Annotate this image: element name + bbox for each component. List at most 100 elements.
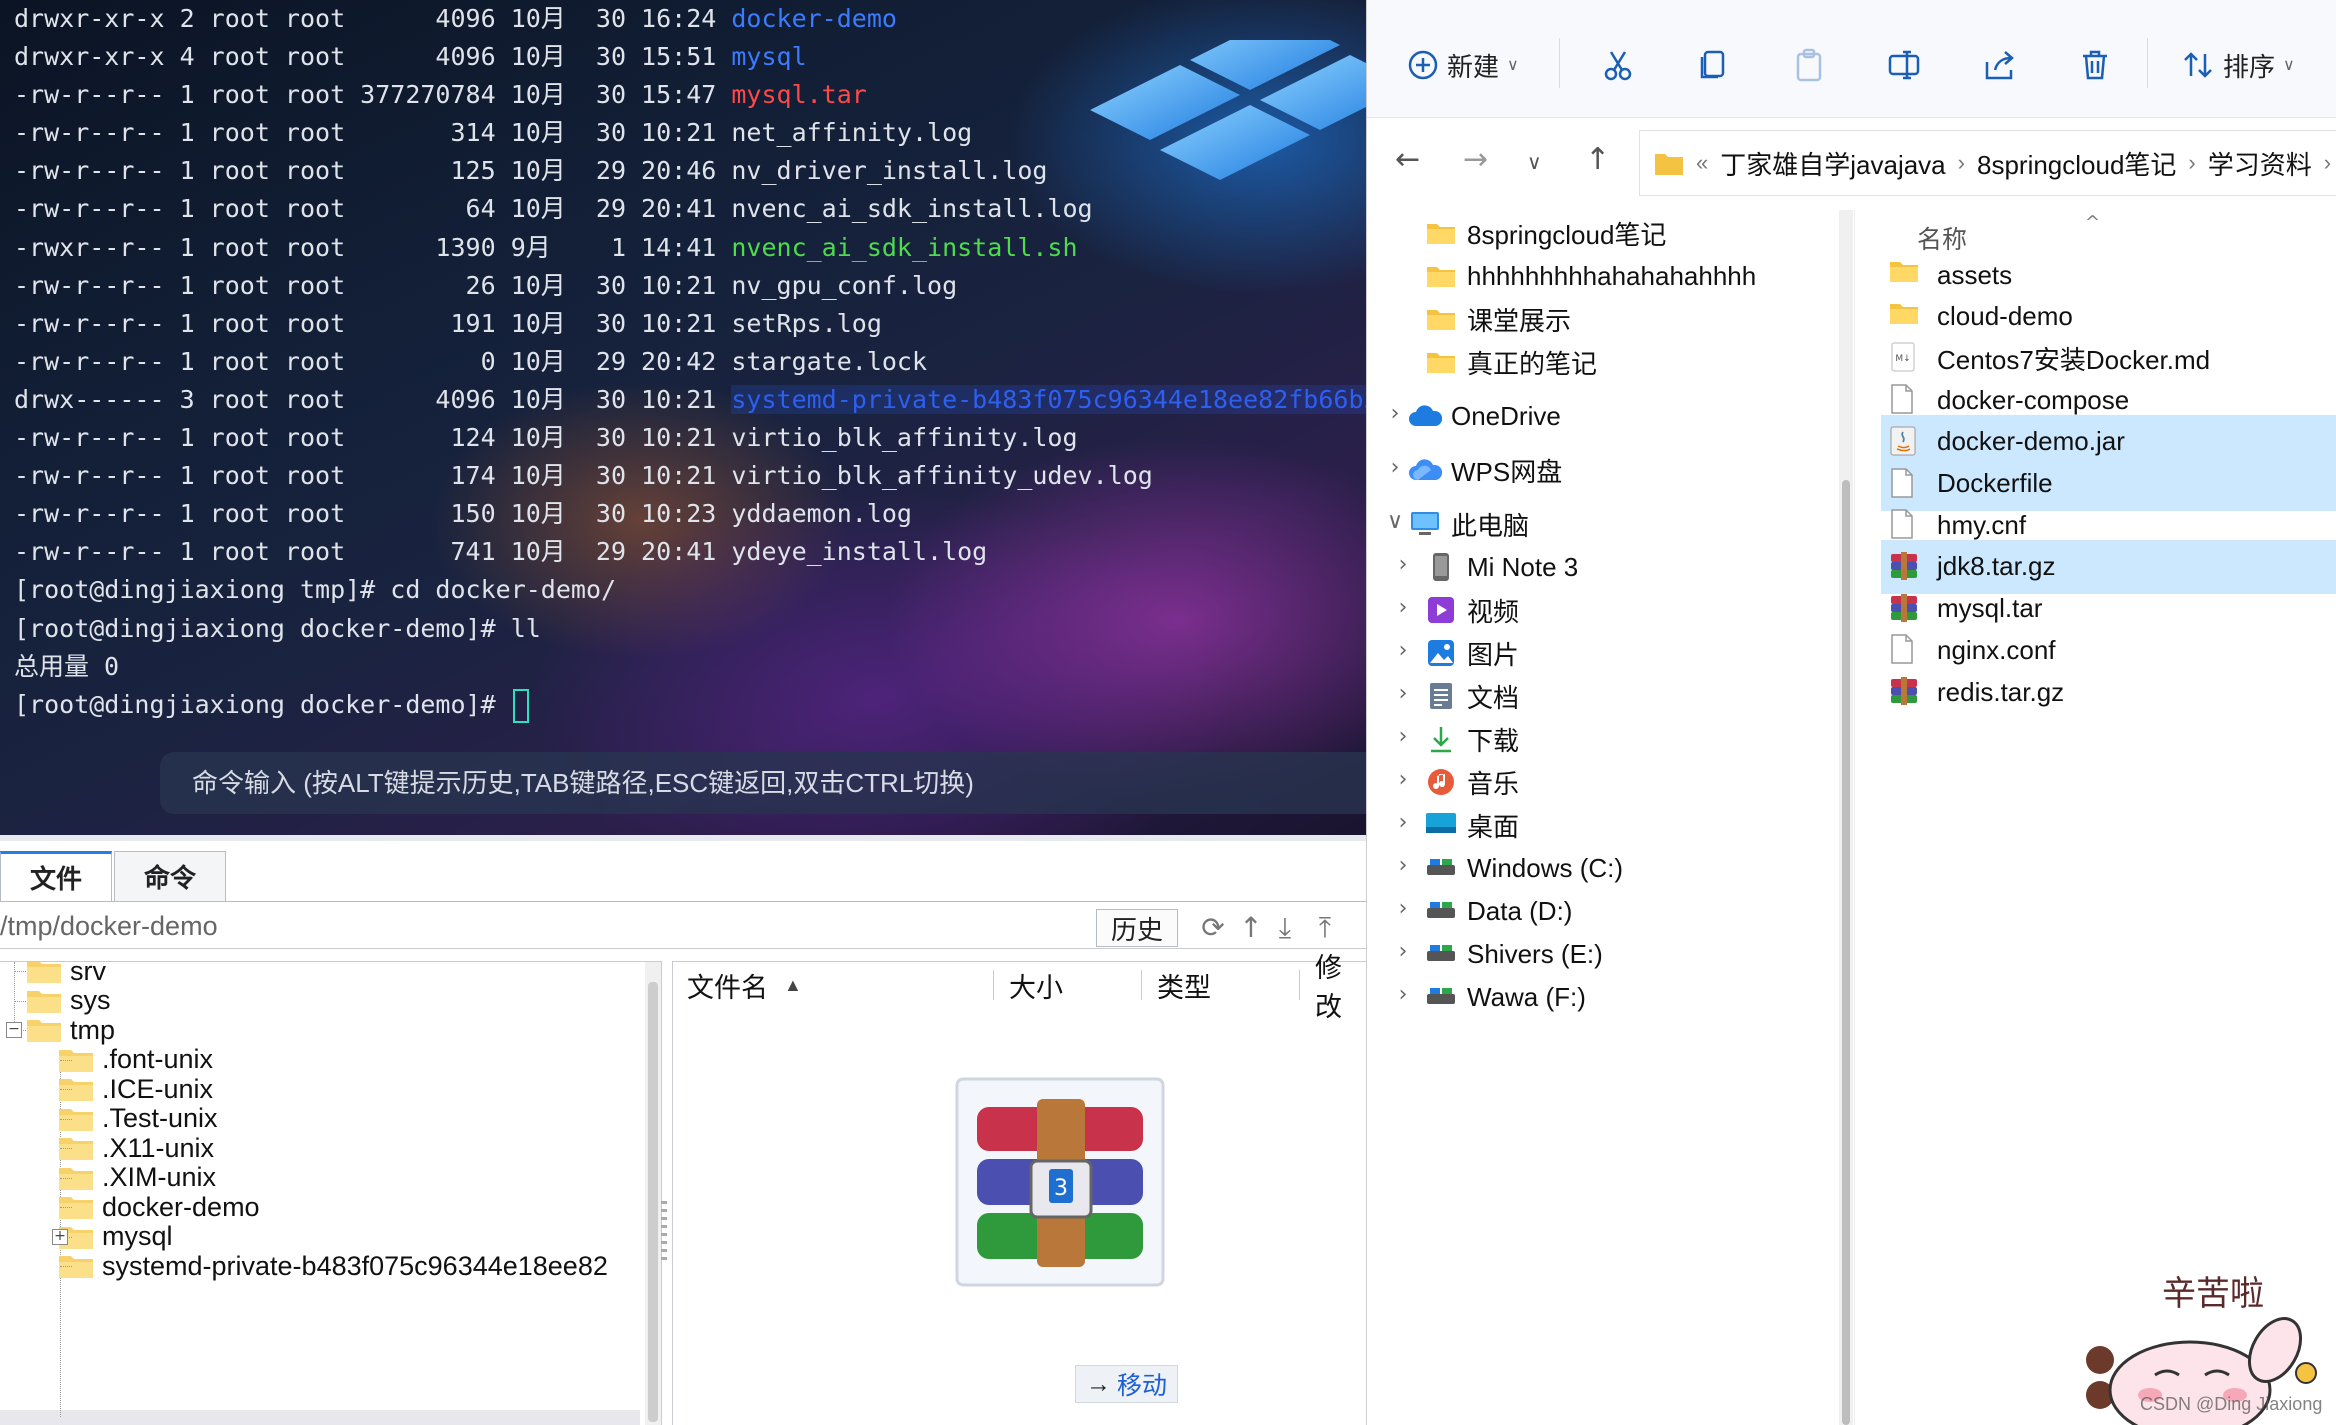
tree-node[interactable]: systemd-private-b483f075c96344e18ee82 <box>58 1244 608 1288</box>
collapse-minus-icon[interactable]: − <box>6 1022 22 1038</box>
terminal-line-text: -rw-r--r-- 1 root root 26 10月 30 10:21 <box>14 270 732 300</box>
nav-item[interactable]: Wawa (F:) <box>1423 972 1586 1022</box>
terminal-filename: virtio_blk_affinity.log <box>731 423 1078 453</box>
file-item-label: nginx.conf <box>1937 634 2056 665</box>
cut-button[interactable] <box>1601 40 1635 90</box>
column-size[interactable]: 大小 <box>1009 962 1063 1008</box>
recent-locations-chevron-icon[interactable]: ∨ <box>1527 150 1542 174</box>
expand-plus-icon[interactable]: + <box>52 1228 68 1245</box>
chevron-right-icon[interactable]: › <box>1958 150 1965 176</box>
up-directory-icon[interactable]: ↑ <box>1236 913 1266 943</box>
chevron-right-icon[interactable]: › <box>1393 939 1413 964</box>
terminal-filename: systemd-private-b483f075c96344e18ee82fb6… <box>731 384 1366 414</box>
breadcrumb-item[interactable]: 丁家雄自学javajava <box>1720 145 1945 182</box>
winrar-drag-archive-icon: 3 <box>955 1077 1165 1287</box>
file-list-view[interactable]: 名称 ^ assets cloud-demo M↓ Centos7安装Docker.m… <box>1855 210 2336 1425</box>
csdn-watermark: CSDN @Ding Jiaxiong <box>2140 1394 2323 1414</box>
chevron-right-icon[interactable]: › <box>1393 767 1413 792</box>
navigation-pane-scrollbar[interactable] <box>1839 210 1853 1425</box>
column-type[interactable]: 类型 <box>1157 962 1211 1008</box>
sort-button[interactable]: 排序 ∨ <box>2181 40 2295 90</box>
nav-item-label: Mi Note 3 <box>1467 551 1579 582</box>
terminal-line: 总用量 0 <box>14 648 1366 686</box>
archive-file-icon <box>1889 551 1921 583</box>
overflow-chevron-icon[interactable]: « <box>1696 150 1708 176</box>
windows-file-explorer: 新建 ∨ 排序 ∨ ← → ∨ ↑ « 丁家雄自学javajava › 8spr… <box>1366 0 2336 1425</box>
chevron-right-icon[interactable]: › <box>1393 853 1413 878</box>
address-bar[interactable]: « 丁家雄自学javajava › 8springcloud笔记 › 学习资料 … <box>1639 130 2336 196</box>
drive-icon <box>1423 986 1459 1008</box>
chevron-right-icon[interactable]: › <box>2324 150 2331 176</box>
chevron-right-icon[interactable]: › <box>1393 724 1413 749</box>
chevron-right-icon[interactable]: › <box>1393 681 1413 706</box>
splitter-handle[interactable] <box>661 1201 667 1261</box>
back-arrow-icon[interactable]: ← <box>1395 142 1420 177</box>
nav-item-label: 下载 <box>1467 725 1520 756</box>
navigation-pane[interactable]: 8springcloud笔记 hhhhhhhhhahahahahhhh 课堂展示 真正… <box>1367 210 1855 1425</box>
terminal-line: drwxr-xr-x 2 root root 4096 10月 30 16:24… <box>14 0 1366 38</box>
move-tooltip: → 移动 <box>1075 1365 1179 1403</box>
terminal-filename: virtio_blk_affinity_udev.log <box>731 461 1153 491</box>
chevron-right-icon[interactable]: › <box>1393 552 1413 577</box>
tab-commands[interactable]: 命令 <box>114 851 226 901</box>
terminal-cursor[interactable] <box>512 688 529 723</box>
chevron-right-icon[interactable]: › <box>1393 595 1413 620</box>
refresh-icon[interactable]: ⟳ <box>1198 913 1228 943</box>
video-icon <box>1423 596 1459 624</box>
download-icon[interactable]: ⤓ <box>1270 913 1300 943</box>
command-input-hint[interactable]: 命令输入 (按ALT键提示历史,TAB键路径,ESC键返回,双击CTRL切换) <box>160 752 1366 814</box>
file-item[interactable]: redis.tar.gz <box>1881 665 2336 719</box>
terminal-line-text: -rw-r--r-- 1 root root 124 10月 30 10:21 <box>14 423 732 453</box>
nav-item[interactable]: WPS网盘 <box>1407 445 1562 495</box>
chevron-down-icon[interactable]: ∨ <box>1385 509 1405 534</box>
terminal-line: -rw-r--r-- 1 root root 0 10月 29 20:42 st… <box>14 343 1366 381</box>
ssh-terminal[interactable]: drwxr-xr-x 2 root root 4096 10月 30 16:24… <box>0 0 1366 835</box>
terminal-filename: nv_gpu_conf.log <box>731 270 958 300</box>
picture-icon <box>1423 639 1459 667</box>
sort-ascending-icon: ▲ <box>784 974 802 995</box>
tab-files[interactable]: 文件 <box>0 851 112 901</box>
breadcrumb-item[interactable]: 8springcloud笔记 <box>1977 145 2176 182</box>
chevron-right-icon[interactable]: › <box>1393 638 1413 663</box>
breadcrumb-item[interactable]: 学习资料 <box>2208 145 2312 182</box>
column-modified[interactable]: 修改 <box>1315 953 1366 1022</box>
folder-icon <box>1423 307 1459 331</box>
path-input[interactable]: /tmp/docker-demo <box>0 911 218 942</box>
chevron-right-icon[interactable]: › <box>1385 455 1405 480</box>
remote-file-list[interactable]: 文件名 ▲ 大小 类型 修改 3 → 移动 <box>672 953 1366 1425</box>
nav-item[interactable]: 真正的笔记 <box>1423 337 1597 387</box>
delete-button[interactable] <box>2079 40 2111 90</box>
terminal-filename: nvenc_ai_sdk_install.log <box>731 194 1093 224</box>
blank-file-icon <box>1889 634 1921 666</box>
copy-icon <box>1700 50 1725 79</box>
file-item-label: assets <box>1937 259 2013 290</box>
column-filename[interactable]: 文件名 ▲ <box>687 962 802 1008</box>
chevron-down-icon: ∨ <box>1507 57 1519 74</box>
chevron-right-icon[interactable]: › <box>1393 896 1413 921</box>
tree-scrollbar[interactable] <box>645 962 661 1425</box>
upload-icon[interactable]: ⤒ <box>1310 913 1340 943</box>
chevron-right-icon[interactable]: › <box>1385 401 1405 426</box>
new-button[interactable]: 新建 ∨ <box>1407 40 1519 90</box>
terminal-line-text: -rw-r--r-- 1 root root 64 10月 29 20:41 <box>14 194 732 224</box>
nav-item-label: WPS网盘 <box>1451 456 1563 487</box>
document-icon <box>1423 682 1459 710</box>
copy-button[interactable] <box>1697 40 1729 90</box>
paste-button[interactable] <box>1793 40 1825 90</box>
terminal-line: -rw-r--r-- 1 root root 314 10月 30 10:21 … <box>14 114 1366 152</box>
up-arrow-icon[interactable]: ↑ <box>1585 142 1610 177</box>
history-button[interactable]: 历史 <box>1096 909 1178 947</box>
chevron-right-icon[interactable]: › <box>2188 150 2195 176</box>
terminal-line: -rw-r--r-- 1 root root 191 10月 30 10:21 … <box>14 305 1366 343</box>
folder-icon <box>27 1020 61 1042</box>
remote-directory-tree[interactable]: srv sys tmp − .font-unix .ICE-unix .Test-unix.… <box>0 961 662 1425</box>
folder-file-icon <box>1889 301 1921 333</box>
chevron-right-icon[interactable]: › <box>1393 982 1413 1007</box>
nav-item[interactable]: OneDrive <box>1407 391 1561 441</box>
path-bar: /tmp/docker-demo 历史 ⟳ ↑ ⤓ ⤒ <box>0 905 1366 949</box>
forward-arrow-icon[interactable]: → <box>1463 142 1488 177</box>
rename-button[interactable] <box>1887 40 1921 90</box>
chevron-right-icon[interactable]: › <box>1393 810 1413 835</box>
terminal-filename: yddaemon.log <box>731 499 912 529</box>
share-button[interactable] <box>1983 40 2017 90</box>
